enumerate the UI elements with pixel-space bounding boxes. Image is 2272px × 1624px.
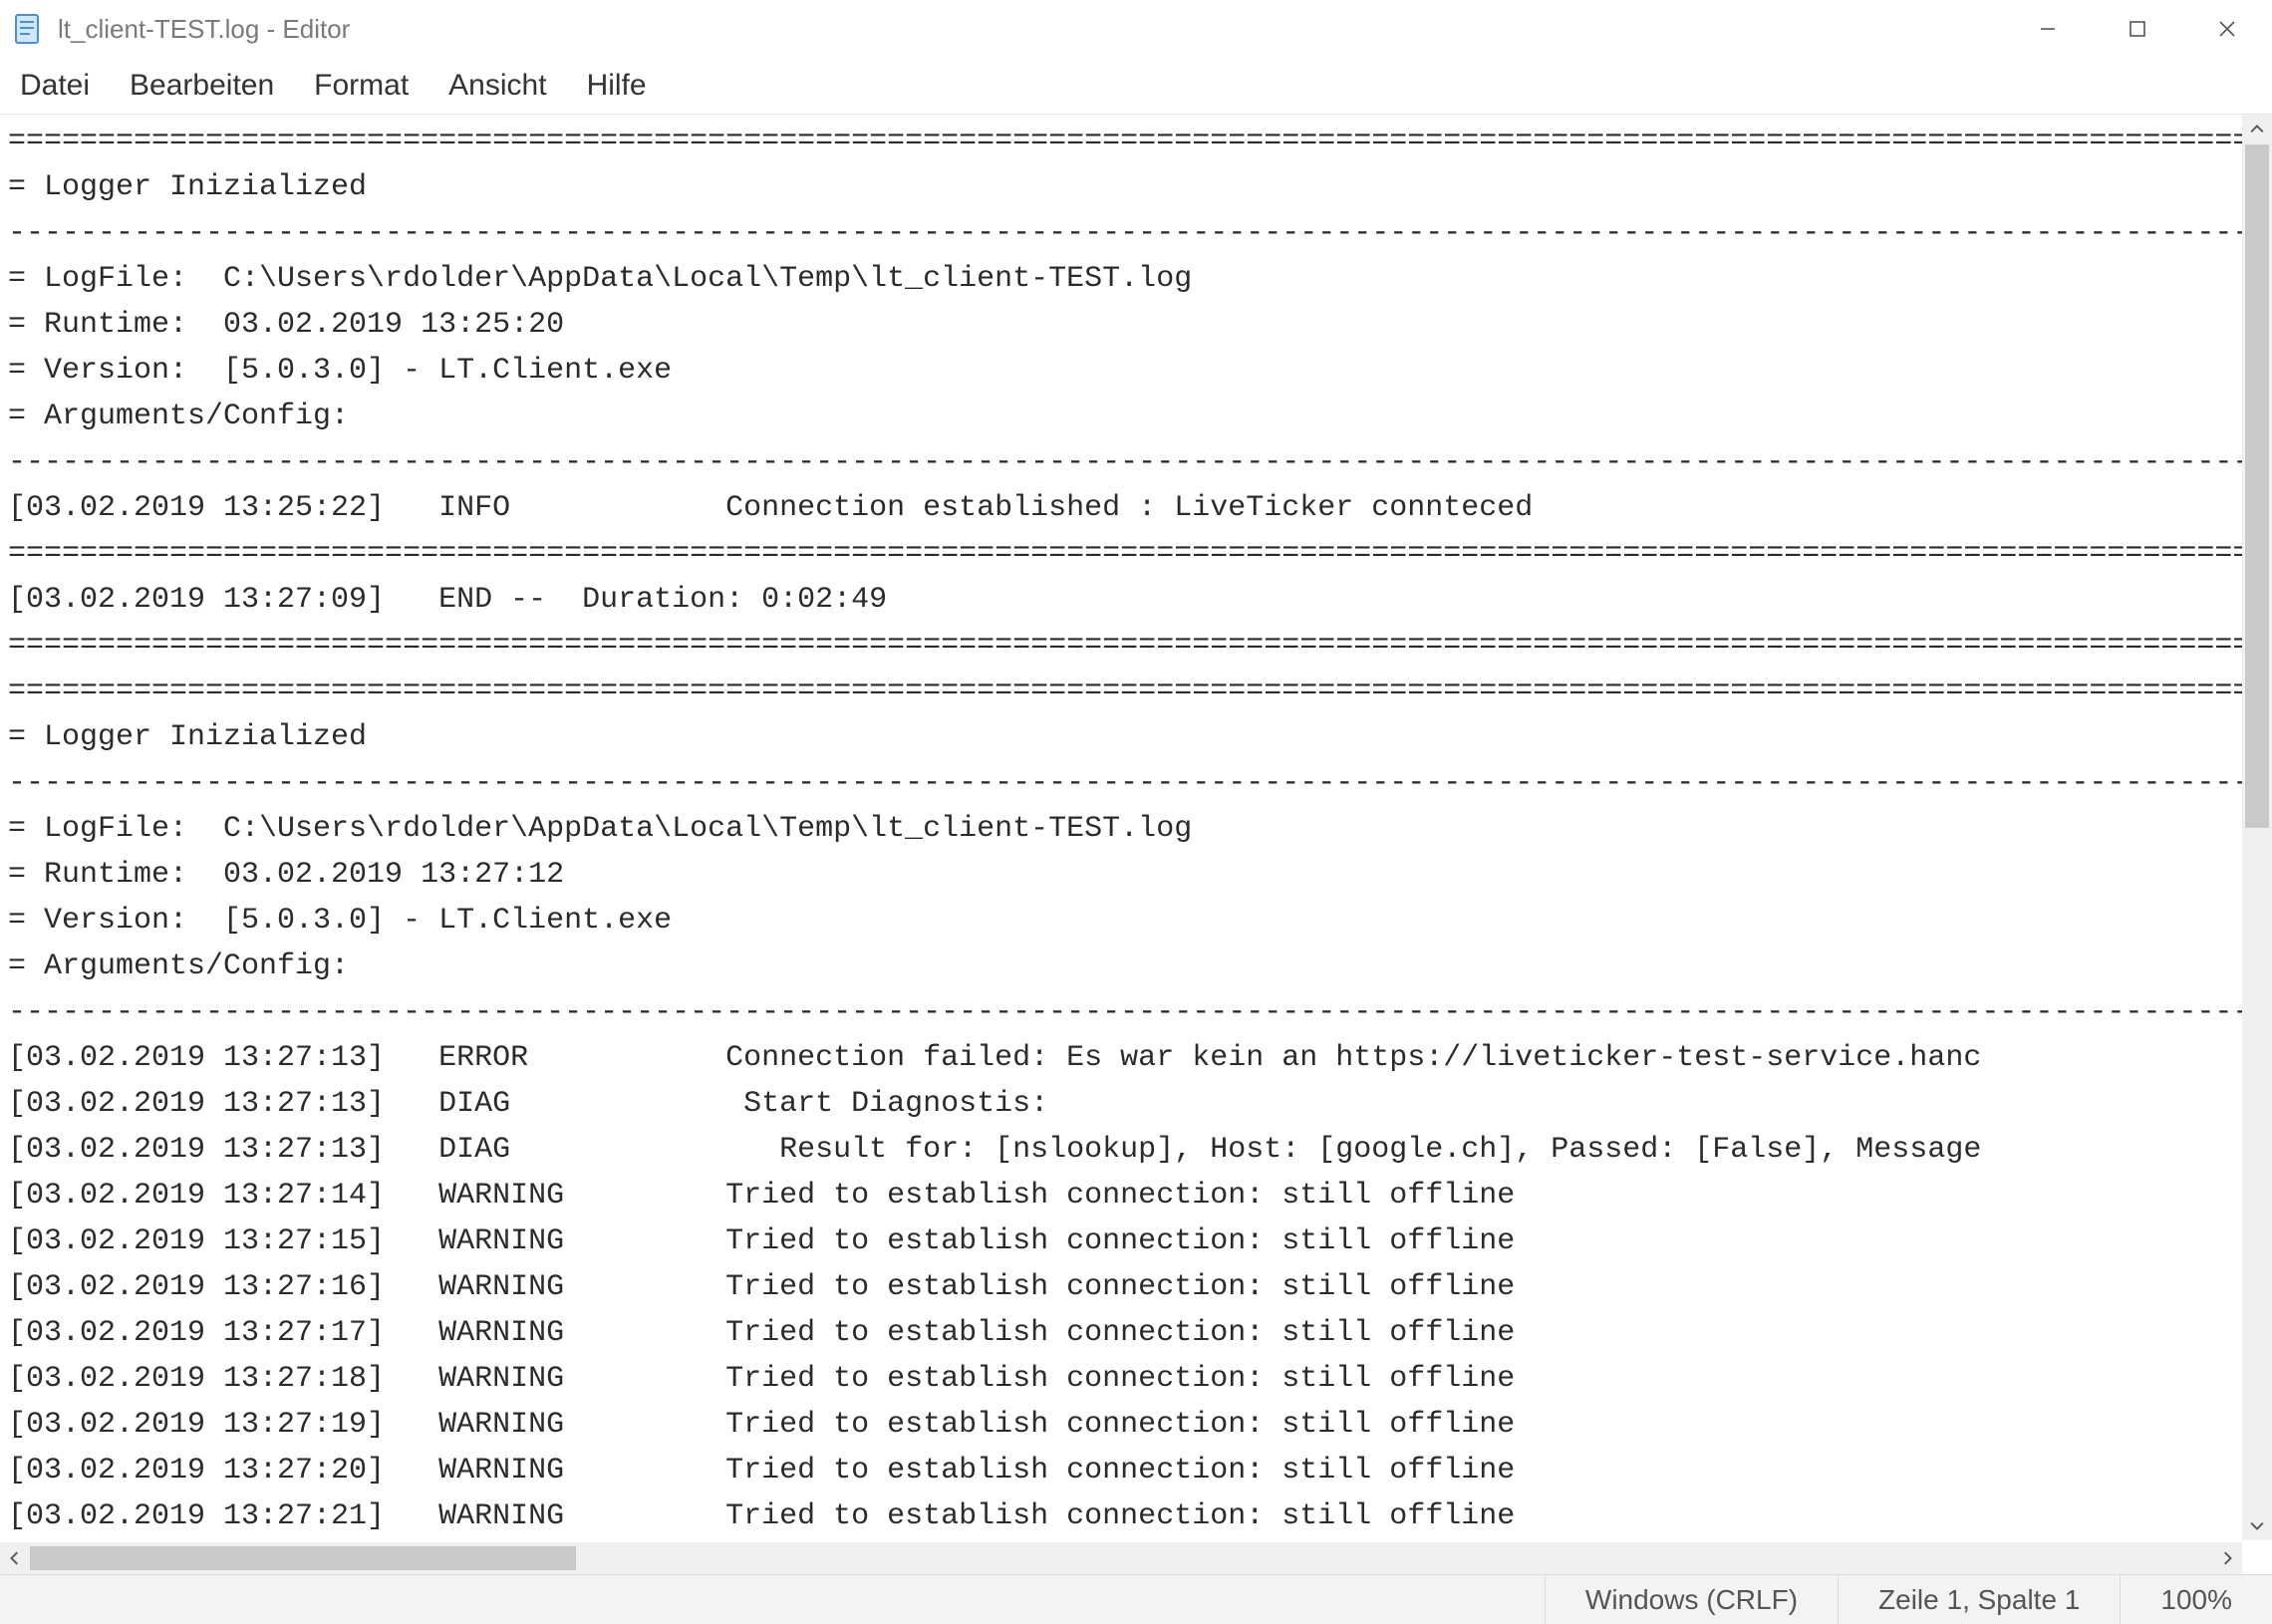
log-line: [03.02.2019 13:27:18] WARNING Tried to e… bbox=[8, 1356, 2264, 1402]
minimize-button[interactable] bbox=[2003, 0, 2093, 58]
hscroll-thumb[interactable] bbox=[30, 1546, 576, 1571]
close-button[interactable] bbox=[2182, 0, 2272, 58]
log-line: [03.02.2019 13:27:14] WARNING Tried to e… bbox=[8, 1173, 2264, 1218]
text-area[interactable]: ========================================… bbox=[0, 115, 2272, 1541]
scroll-down-icon[interactable] bbox=[2242, 1510, 2272, 1540]
notepad-icon bbox=[12, 13, 44, 45]
log-line: = Arguments/Config: bbox=[8, 944, 2264, 989]
scroll-up-icon[interactable] bbox=[2242, 115, 2272, 144]
log-line: ----------------------------------------… bbox=[8, 210, 2264, 256]
log-line: [03.02.2019 13:27:13] DIAG Start Diagnos… bbox=[8, 1081, 2264, 1127]
window-controls bbox=[2003, 0, 2272, 58]
log-line: ----------------------------------------… bbox=[8, 989, 2264, 1035]
status-encoding: Windows (CRLF) bbox=[1545, 1575, 1838, 1624]
scroll-left-icon[interactable] bbox=[0, 1542, 30, 1575]
log-line: [03.02.2019 13:27:13] ERROR Connection f… bbox=[8, 1035, 2264, 1081]
vertical-scrollbar[interactable] bbox=[2242, 115, 2272, 1540]
log-line: [03.02.2019 13:27:13] DIAG Result for: [… bbox=[8, 1127, 2264, 1173]
log-line: [03.02.2019 13:27:21] WARNING Tried to e… bbox=[8, 1493, 2264, 1539]
log-line: ----------------------------------------… bbox=[8, 439, 2264, 485]
scroll-right-icon[interactable] bbox=[2212, 1542, 2242, 1575]
horizontal-scrollbar[interactable] bbox=[0, 1542, 2242, 1575]
menubar: Datei Bearbeiten Format Ansicht Hilfe bbox=[0, 58, 2272, 115]
log-line: ========================================… bbox=[8, 119, 2264, 164]
window-title: lt_client-TEST.log - Editor bbox=[58, 14, 350, 45]
log-line: = LogFile: C:\Users\rdolder\AppData\Loca… bbox=[8, 806, 2264, 852]
log-line: = Arguments/Config: bbox=[8, 394, 2264, 439]
log-line: = Runtime: 03.02.2019 13:25:20 bbox=[8, 302, 2264, 348]
statusbar: Windows (CRLF) Zeile 1, Spalte 1 100% bbox=[0, 1574, 2272, 1624]
menu-format[interactable]: Format bbox=[308, 65, 415, 107]
titlebar[interactable]: lt_client-TEST.log - Editor bbox=[0, 0, 2272, 58]
maximize-button[interactable] bbox=[2093, 0, 2182, 58]
log-line: ----------------------------------------… bbox=[8, 760, 2264, 806]
status-zoom: 100% bbox=[2120, 1575, 2272, 1624]
status-cursor-position: Zeile 1, Spalte 1 bbox=[1838, 1575, 2120, 1624]
log-line: = Logger Inizialized bbox=[8, 714, 2264, 760]
log-line: [03.02.2019 13:27:16] WARNING Tried to e… bbox=[8, 1264, 2264, 1310]
log-line: [03.02.2019 13:27:09] END -- Duration: 0… bbox=[8, 577, 2264, 623]
log-line: = Runtime: 03.02.2019 13:27:12 bbox=[8, 852, 2264, 898]
content-area: ========================================… bbox=[0, 115, 2272, 1574]
menu-datei[interactable]: Datei bbox=[14, 65, 96, 107]
log-line: [03.02.2019 13:27:19] WARNING Tried to e… bbox=[8, 1402, 2264, 1448]
log-line: [03.02.2019 13:25:22] INFO Connection es… bbox=[8, 485, 2264, 531]
log-line: = Version: [5.0.3.0] - LT.Client.exe bbox=[8, 898, 2264, 944]
log-line: ========================================… bbox=[8, 669, 2264, 714]
hscroll-track[interactable] bbox=[30, 1542, 2212, 1575]
vscroll-track[interactable] bbox=[2242, 144, 2272, 1510]
log-line: = LogFile: C:\Users\rdolder\AppData\Loca… bbox=[8, 256, 2264, 302]
menu-bearbeiten[interactable]: Bearbeiten bbox=[124, 65, 280, 107]
log-line: = Logger Inizialized bbox=[8, 164, 2264, 210]
menu-hilfe[interactable]: Hilfe bbox=[581, 65, 653, 107]
vscroll-thumb[interactable] bbox=[2245, 144, 2269, 828]
log-line: = Version: [5.0.3.0] - LT.Client.exe bbox=[8, 348, 2264, 394]
menu-ansicht[interactable]: Ansicht bbox=[442, 65, 552, 107]
editor-window: lt_client-TEST.log - Editor Datei Bearbe… bbox=[0, 0, 2272, 1624]
log-line: [03.02.2019 13:27:20] WARNING Tried to e… bbox=[8, 1448, 2264, 1493]
log-line: [03.02.2019 13:27:15] WARNING Tried to e… bbox=[8, 1218, 2264, 1264]
log-line: [03.02.2019 13:27:17] WARNING Tried to e… bbox=[8, 1310, 2264, 1356]
log-line: ========================================… bbox=[8, 531, 2264, 577]
log-line: ========================================… bbox=[8, 623, 2264, 669]
